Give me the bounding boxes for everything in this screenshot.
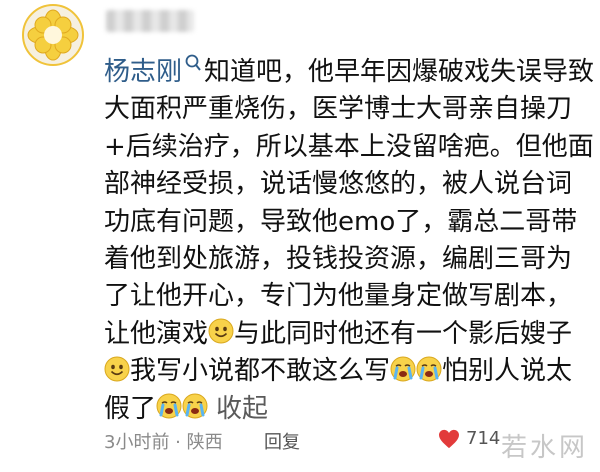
crying-emoji-icon: [182, 393, 208, 419]
comment-line-text: 着他到处旅游，投钱投资源，编剧三哥为: [104, 243, 573, 274]
crying-emoji-icon: [156, 393, 182, 419]
flower-icon: [27, 9, 79, 61]
comment-line-text: 功底有问题，导致他emo了，霸总二哥带: [104, 206, 578, 237]
crying-emoji-icon: [390, 356, 416, 382]
collapse-button[interactable]: 收起: [216, 394, 268, 424]
author-link[interactable]: 杨志刚: [104, 57, 182, 87]
smile-emoji-icon: [208, 318, 234, 344]
comment-line-text: 知道吧，他早年因爆破戏失误导致: [204, 57, 595, 87]
comment-line-text: +后续治疗，所以基本上没留啥疤。但他面: [104, 131, 594, 162]
like-button[interactable]: 714: [438, 428, 500, 449]
comment-line-2: 大面积严重烧伤，医学博士大哥亲自操刀: [104, 91, 596, 128]
crying-emoji-icon: [416, 356, 442, 382]
comment-line-text: 让他演戏: [104, 318, 209, 349]
blurred-username: [106, 10, 194, 32]
comment-text: 杨志刚 知道吧，他早年因爆破戏失误导致 大面积严重烧伤，医学博士大哥亲自操刀 +后…: [104, 54, 596, 428]
comment-line-text: 了让他开心，专门为他量身定做写剧本，: [104, 281, 573, 312]
comment-line-text: 我写小说都不敢这么写: [130, 356, 391, 387]
comment-line-text: 与此同时他还有一个影后嫂子: [234, 318, 573, 349]
comment-line-3: +后续治疗，所以基本上没留啥疤。但他面: [104, 129, 596, 166]
comment-line-4: 部神经受损，说话慢悠悠的，被人说台词: [104, 166, 596, 203]
smile-emoji-icon: [104, 356, 130, 382]
comment-line-text: 假了: [104, 393, 157, 424]
heart-icon: [439, 429, 459, 448]
like-count: 714: [466, 428, 501, 449]
reply-button[interactable]: 回复: [264, 428, 300, 454]
comment-line-text: 部神经受损，说话慢悠悠的，被人说台词: [104, 169, 573, 200]
comment-line-6: 着他到处旅游，投钱投资源，编剧三哥为: [104, 241, 596, 278]
comment-line-7: 了让他开心，专门为他量身定做写剧本，: [104, 278, 596, 315]
comment-line-text: 大面积严重烧伤，医学博士大哥亲自操刀: [104, 94, 573, 125]
comment-line-text: 怕别人说太: [442, 356, 573, 387]
time-location: 3小时前 · 陕西: [104, 432, 223, 453]
watermark: 若水网: [500, 433, 588, 463]
comment-line-9: 我写小说都不敢这么写 怕别人说太: [104, 353, 596, 390]
user-tag-icon: [184, 51, 202, 75]
comment-line-8: 让他演戏 与此同时他还有一个影后嫂子: [104, 316, 596, 353]
comment-line-10: 假了 收起: [104, 391, 596, 428]
comment-line-1: 杨志刚 知道吧，他早年因爆破戏失误导致: [104, 54, 596, 91]
comment-line-5: 功底有问题，导致他emo了，霸总二哥带: [104, 204, 596, 241]
avatar[interactable]: [22, 4, 84, 66]
